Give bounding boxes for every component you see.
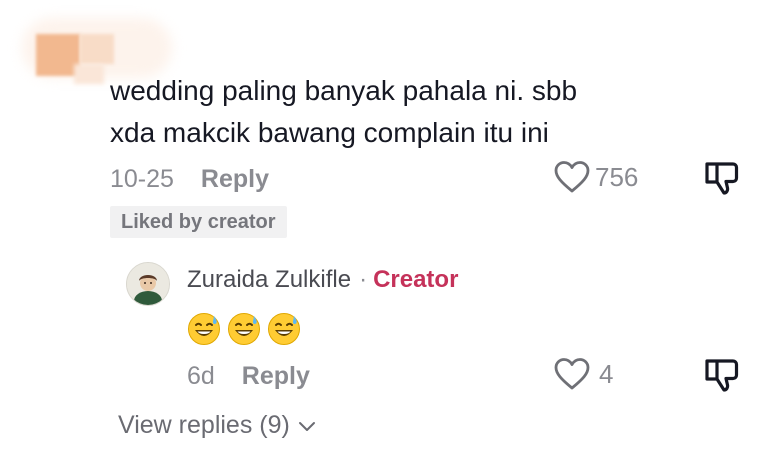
comment-date: 10-25 [110,165,174,193]
comment-like-button[interactable]: 756 [553,160,638,194]
comment-text: wedding paling banyak pahala ni. sbb xda… [110,70,710,154]
heart-outline-icon [553,357,591,391]
comment-text-line-1: wedding paling banyak pahala ni. sbb [110,75,578,106]
comment-meta: 10-25 Reply [110,165,269,194]
reply-text [187,312,301,346]
reply-avatar[interactable] [126,262,170,306]
reply-date: 6d [187,362,215,390]
reply-author-name[interactable]: Zuraida Zulkifle [187,266,351,293]
view-replies-button[interactable]: View replies (9) [118,411,316,440]
creator-badge: Creator [373,266,459,293]
author-separator: · [359,266,368,293]
chevron-down-icon [290,411,316,440]
reply-like-count: 4 [599,358,614,389]
reply-meta: 6d Reply [187,362,310,391]
heart-outline-icon [553,160,591,194]
comment-like-count: 756 [595,161,639,192]
reply-reply-button[interactable]: Reply [242,362,310,390]
thumbs-down-icon [703,359,741,399]
comment-dislike-button[interactable] [703,160,741,203]
liked-by-creator-badge: Liked by creator [110,206,287,238]
sweat-smile-emoji [188,313,220,345]
sweat-smile-emoji [228,313,260,345]
reply-like-button[interactable]: 4 [553,357,613,391]
comment-reply-button[interactable]: Reply [201,165,269,193]
comment-text-line-2: xda makcik bawang complain itu ini [110,117,549,148]
thumbs-down-icon [703,162,741,202]
reply-dislike-button[interactable] [703,357,741,400]
sweat-smile-emoji [268,313,300,345]
view-replies-label: View replies (9) [118,411,290,439]
reply-author-line: Zuraida Zulkifle · Creator [187,266,458,294]
